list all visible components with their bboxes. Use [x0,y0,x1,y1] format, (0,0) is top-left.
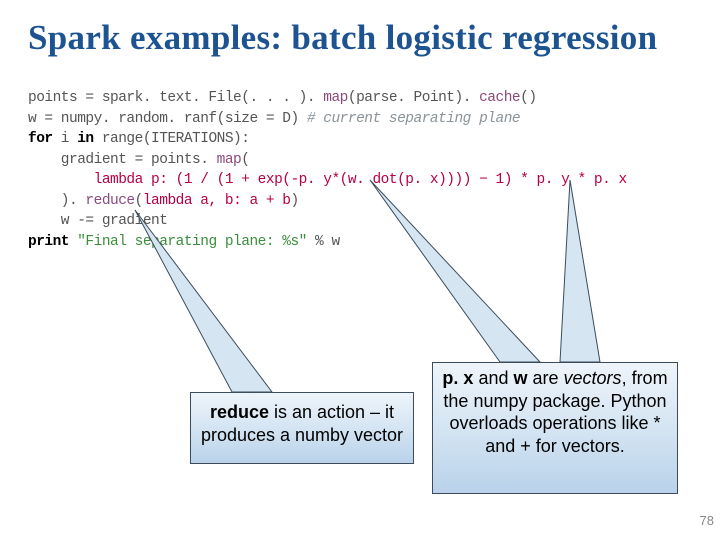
callout-arrows [0,0,720,540]
page-number: 78 [700,513,714,528]
